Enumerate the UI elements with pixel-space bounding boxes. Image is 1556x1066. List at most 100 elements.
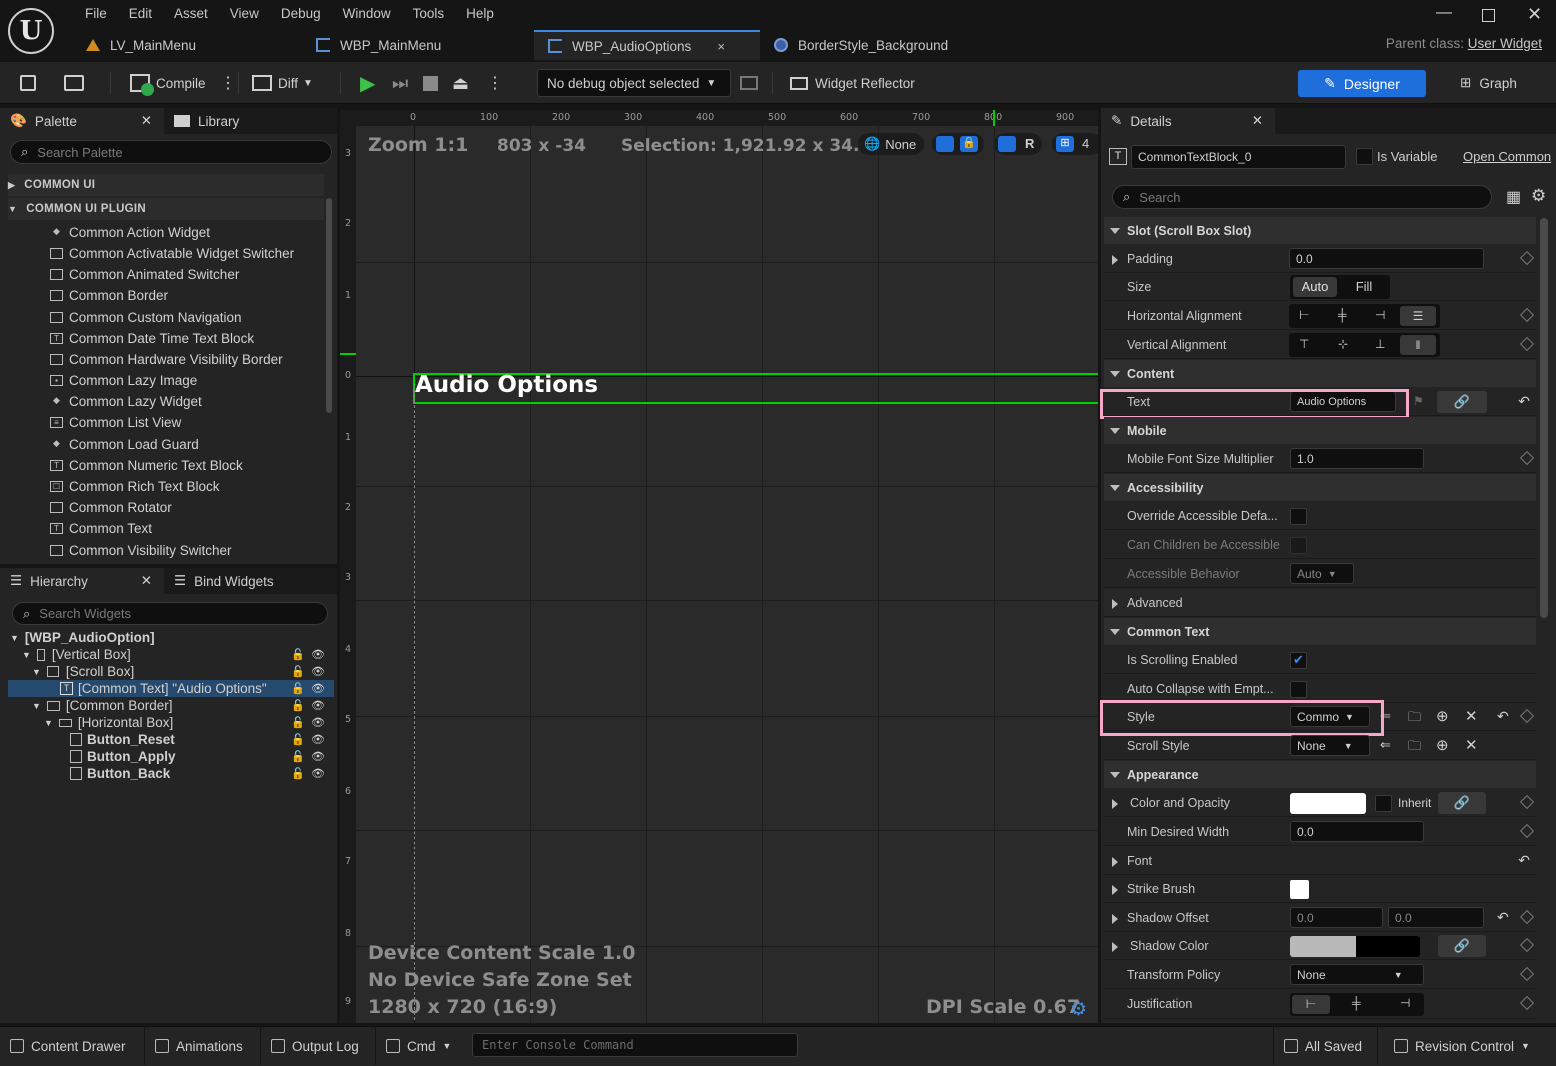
lock-visibility-icons[interactable]: 🔓👁 [291, 716, 331, 729]
widget-name-field[interactable]: CommonTextBlock_0 [1131, 145, 1346, 169]
browse-icon[interactable] [64, 62, 84, 104]
menu-view[interactable]: View [219, 6, 270, 24]
console-input[interactable]: Enter Console Command [472, 1033, 798, 1057]
lock-visibility-icons[interactable]: 🔓👁 [291, 767, 331, 780]
designer-button[interactable]: ✎ Designer [1298, 70, 1426, 97]
flag-icon[interactable]: ⚑ [1413, 394, 1424, 408]
designer-canvas[interactable]: 0 100 200 300 400 500 600 700 800 900 3 … [340, 110, 1098, 1023]
tree-row-root[interactable]: ▼ [WBP_AudioOption] [10, 629, 155, 646]
respect-locks-toggle[interactable]: 🔒 [932, 133, 984, 155]
padding-field[interactable]: 0.0 [1289, 248, 1484, 269]
palette-item[interactable]: Common Rotator [50, 497, 172, 518]
tree-row-common-border[interactable]: ▼ [Common Border] [32, 697, 172, 714]
section-slot[interactable]: Slot (Scroll Box Slot) [1104, 217, 1536, 244]
debug-browse-icon[interactable] [740, 62, 758, 104]
search-widgets-input[interactable]: ⌕ Search Widgets [12, 602, 328, 625]
r-button[interactable]: R [1025, 136, 1034, 151]
section-accessibility[interactable]: Accessibility [1104, 474, 1536, 501]
close-window-icon[interactable]: ✕ [1527, 4, 1542, 25]
reset-diamond-icon[interactable] [1519, 966, 1535, 982]
localization-button[interactable]: 🌐 None [858, 133, 924, 155]
justify-left-icon[interactable]: ⊢ [1292, 995, 1330, 1014]
tree-row-horizontal-box[interactable]: ▼ [Horizontal Box] [44, 714, 173, 731]
graph-button[interactable]: ⊞ Graph [1460, 62, 1517, 104]
chevron-right-icon[interactable] [1112, 255, 1118, 265]
all-saved-button[interactable]: All Saved [1273, 1027, 1378, 1065]
settings-gear-icon[interactable]: ⚙ [1531, 186, 1546, 206]
shadow-offset-x-field[interactable]: 0.0 [1290, 907, 1383, 928]
tab-bind-widgets[interactable]: ☰ Bind Widgets [174, 568, 274, 594]
stop-icon[interactable] [423, 62, 438, 104]
palette-item[interactable]: T Common Text [50, 518, 152, 539]
tree-row-common-text[interactable]: T [Common Text] "Audio Options" [8, 680, 334, 697]
category-common-ui-plugin[interactable]: ▼ COMMON UI PLUGIN [8, 198, 324, 220]
palette-item[interactable]: Common Activatable Widget Switcher [50, 243, 294, 264]
mobile-font-field[interactable]: 1.0 [1290, 448, 1424, 469]
tree-row-vertical-box[interactable]: ▼ [Vertical Box] [22, 646, 131, 663]
reset-diamond-icon[interactable] [1519, 250, 1535, 266]
chevron-right-icon[interactable] [1112, 885, 1118, 895]
grid-snap-value[interactable]: 4 [1082, 136, 1089, 151]
align-vfill-icon[interactable]: ‖ [1400, 335, 1436, 355]
browse-folder-icon[interactable]: 🗀 [1408, 708, 1421, 730]
palette-scrollbar[interactable] [326, 198, 332, 413]
chevron-right-icon[interactable] [1112, 599, 1118, 609]
chevron-right-icon[interactable] [1112, 914, 1118, 924]
palette-item[interactable]: Common Visibility Switcher [50, 540, 232, 561]
browse-folder-icon[interactable]: 🗀 [1408, 737, 1421, 759]
reset-arrow-icon[interactable]: ↶ [1497, 708, 1509, 725]
table-view-icon[interactable]: ▦ [1506, 187, 1521, 207]
minimize-icon[interactable]: — [1436, 4, 1452, 22]
eject-icon[interactable]: ⏏ [452, 62, 469, 104]
section-appearance[interactable]: Appearance [1104, 761, 1536, 788]
palette-item[interactable]: T Common Numeric Text Block [50, 455, 243, 476]
animations-button[interactable]: Animations [145, 1027, 261, 1065]
transform-policy-dropdown[interactable]: None ▼ [1290, 964, 1424, 985]
tree-row-button-back[interactable]: Button_Back [70, 765, 170, 782]
reset-diamond-icon[interactable] [1519, 823, 1535, 839]
shadow-offset-y-field[interactable]: 0.0 [1388, 907, 1484, 928]
add-icon[interactable]: ⊕ [1436, 707, 1449, 725]
palette-item[interactable]: ▪ Common Lazy Image [50, 370, 197, 391]
tab-lv-mainmenu[interactable]: LV_MainMenu [72, 30, 302, 60]
bind-button[interactable]: 🔗 [1438, 935, 1486, 957]
menu-window[interactable]: Window [332, 6, 402, 24]
align-middle-icon[interactable]: ⊹ [1338, 337, 1348, 351]
justify-center-icon[interactable]: ╪ [1352, 996, 1361, 1010]
section-common-text[interactable]: Common Text [1104, 618, 1536, 645]
tab-wbp-mainmenu[interactable]: WBP_MainMenu [302, 30, 534, 60]
reset-diamond-icon[interactable] [1519, 307, 1535, 323]
lock-visibility-icons[interactable]: 🔓👁 [291, 750, 331, 763]
compile-button[interactable]: Compile [130, 62, 206, 104]
tab-wbp-audiooptions[interactable]: WBP_AudioOptions × [534, 30, 760, 60]
reset-diamond-icon[interactable] [1519, 336, 1535, 352]
tree-row-button-apply[interactable]: Button_Apply [70, 748, 176, 765]
tree-row-button-reset[interactable]: Button_Reset [70, 731, 175, 748]
palette-item[interactable]: Common Border [50, 285, 168, 306]
section-content[interactable]: Content [1104, 360, 1536, 387]
chevron-right-icon[interactable] [1112, 942, 1118, 952]
grid-snap-toggle[interactable]: ⊞ 4 [1052, 133, 1098, 155]
align-right-icon[interactable]: ⊣ [1375, 308, 1385, 322]
size-auto-button[interactable]: Auto [1293, 277, 1337, 297]
lock-visibility-icons[interactable]: 🔓👁 [291, 699, 331, 712]
chevron-right-icon[interactable] [1112, 857, 1118, 867]
auto-collapse-checkbox[interactable] [1290, 681, 1307, 698]
menu-tools[interactable]: Tools [402, 6, 456, 24]
min-width-field[interactable]: 0.0 [1290, 821, 1424, 842]
reset-diamond-icon[interactable] [1519, 937, 1535, 953]
children-accessible-checkbox[interactable] [1290, 537, 1307, 554]
widget-reflector-button[interactable]: Widget Reflector [790, 62, 915, 104]
override-accessible-checkbox[interactable] [1290, 508, 1307, 525]
is-variable-checkbox[interactable] [1356, 148, 1373, 165]
lock-visibility-icons[interactable]: 🔓👁 [291, 648, 331, 661]
add-icon[interactable]: ⊕ [1436, 736, 1449, 754]
close-icon[interactable]: ✕ [1252, 113, 1263, 129]
cmd-dropdown[interactable]: Cmd ▼ [376, 1027, 466, 1065]
align-left-icon[interactable]: ⊢ [1299, 308, 1309, 322]
align-center-icon[interactable]: ╪ [1338, 308, 1347, 322]
clear-icon[interactable]: ✕ [1465, 736, 1478, 754]
maximize-icon[interactable] [1482, 9, 1495, 22]
play-options-icon[interactable]: ⋮ [487, 62, 503, 104]
reset-diamond-icon[interactable] [1519, 909, 1535, 925]
